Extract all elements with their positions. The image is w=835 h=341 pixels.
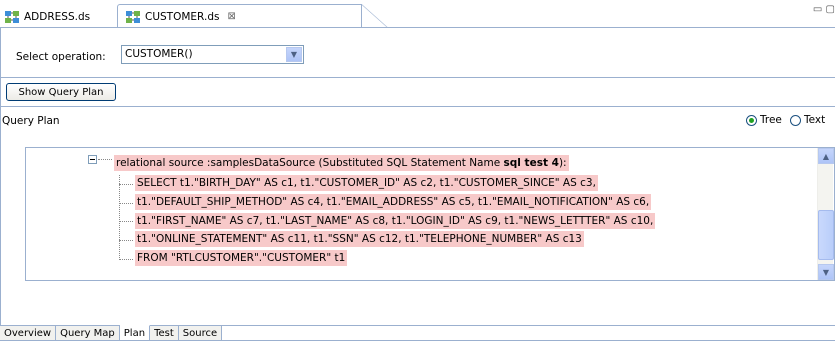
tree-child-node[interactable]: SELECT t1."BIRTH_DAY" AS c1, t1."CUSTOME…: [135, 175, 598, 191]
tree-child-node[interactable]: t1."DEFAULT_SHIP_METHOD" AS c4, t1."EMAI…: [135, 194, 652, 210]
tree-radio-option[interactable]: Tree: [746, 114, 782, 126]
tree-child-node[interactable]: FROM "RTLCUSTOMER"."CUSTOMER" t1: [135, 250, 348, 266]
radio-selected-icon[interactable]: [746, 114, 757, 126]
data-service-icon: [5, 10, 19, 23]
scroll-thumb[interactable]: [818, 210, 834, 260]
editor-tab-bar: ADDRESS.ds CUSTOMER.ds ⊠ ▭ ▢: [0, 0, 835, 29]
scroll-up-icon[interactable]: ▲: [818, 148, 834, 164]
tree-connector: [98, 159, 112, 160]
select-operation-value: CUSTOMER(): [125, 48, 193, 60]
select-operation-label: Select operation:: [16, 51, 106, 63]
scroll-down-icon[interactable]: ▼: [818, 264, 834, 280]
query-plan-label: Query Plan: [2, 115, 60, 127]
tree-connector: [119, 221, 133, 222]
panel-edge: [0, 28, 1, 330]
tab-source[interactable]: Source: [178, 325, 223, 340]
tree-child-node[interactable]: t1."ONLINE_STATEMENT" AS c11, t1."SSN" A…: [135, 231, 584, 247]
chevron-down-icon[interactable]: ▼: [286, 47, 302, 62]
tree-radio-label: Tree: [760, 114, 782, 126]
tree-child-node[interactable]: t1."FIRST_NAME" AS c7, t1."LAST_NAME" AS…: [135, 213, 656, 229]
tab-test[interactable]: Test: [150, 325, 179, 340]
tab-label: ADDRESS.ds: [24, 10, 91, 23]
divider: [0, 77, 835, 78]
data-service-icon: [126, 10, 140, 23]
text-radio-option[interactable]: Text: [790, 114, 825, 126]
tab-plan[interactable]: Plan: [119, 325, 151, 340]
bottom-tab-bar: Overview Query Map Plan Test Source: [0, 325, 223, 340]
show-query-plan-button[interactable]: Show Query Plan: [6, 83, 116, 101]
window-controls[interactable]: ▭ ▢: [813, 4, 835, 15]
tree-connector: [119, 184, 133, 185]
tab-address-ds[interactable]: ADDRESS.ds: [4, 6, 90, 27]
tab-label: CUSTOMER.ds: [145, 10, 220, 23]
collapse-icon[interactable]: [88, 155, 97, 164]
tree-connector: [119, 203, 133, 204]
tree-connector: [119, 175, 120, 260]
tab-overview[interactable]: Overview: [0, 325, 57, 340]
tree-connector: [119, 259, 133, 260]
select-operation-dropdown[interactable]: CUSTOMER() ▼: [121, 45, 304, 64]
tab-query-map[interactable]: Query Map: [56, 325, 120, 340]
radio-unselected-icon[interactable]: [790, 114, 801, 126]
root-node-text: relational source :samplesDataSource (Su…: [116, 157, 504, 169]
text-radio-label: Text: [804, 114, 826, 126]
tree-connector: [119, 240, 133, 241]
tree-root-node[interactable]: relational source :samplesDataSource (Su…: [114, 155, 569, 171]
tab-customer-ds[interactable]: CUSTOMER.ds ⊠: [117, 4, 389, 29]
sql-statement-name: sql test 4: [503, 157, 559, 169]
root-node-suffix: ):: [558, 157, 567, 169]
close-icon[interactable]: ⊠: [227, 11, 235, 22]
divider: [0, 106, 835, 107]
vertical-scrollbar[interactable]: ▲ ▼: [817, 148, 834, 280]
